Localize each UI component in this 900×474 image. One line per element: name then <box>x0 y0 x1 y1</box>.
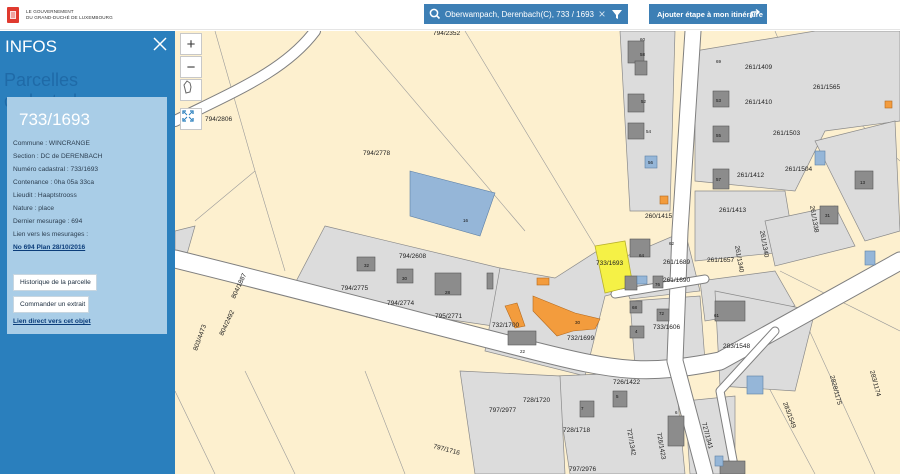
building-number: 69 <box>716 59 722 64</box>
building-number: 57 <box>716 177 722 182</box>
parcel-label-728-1718: 728/1718 <box>563 427 590 434</box>
parcel-label-283-1174: 283/1174 <box>868 370 882 398</box>
parcel-label-726-1422: 726/1422 <box>613 379 640 386</box>
detail-survey-link-label: Lien vers les mesurages : <box>13 231 89 238</box>
building-number: 76 <box>655 282 661 287</box>
detail-section: Section : DC de DERENBACH <box>13 153 103 160</box>
parcel-label-260-1415: 260/1415 <box>645 213 672 220</box>
building-number: 64 <box>639 253 645 258</box>
filter-icon[interactable] <box>610 7 624 21</box>
parcel-label-795-2771: 795/2771 <box>435 313 462 320</box>
parcel-label-797-2976: 797/2976 <box>569 466 596 473</box>
parcel-label-top: 794/2352 <box>433 31 460 37</box>
government-line-2: DU GRAND-DUCHÉ DE LUXEMBOURG <box>26 15 113 20</box>
search-input[interactable] <box>443 4 596 24</box>
zoom-in-button[interactable]: + <box>180 33 202 55</box>
survey-plan-link[interactable]: No 694 Plan 28/10/2016 <box>13 244 85 251</box>
building-number: 58 <box>640 52 646 57</box>
detail-area: Contenance : 0ha 05a 33ca <box>13 179 95 186</box>
parcel-label-804-2492: 804/2492 <box>218 309 236 337</box>
clear-search-icon[interactable]: × <box>596 7 608 21</box>
parcel-id: 733/1693 <box>19 110 90 129</box>
parcel-label-733-1693: 733/1693 <box>596 260 623 267</box>
parcel-label-261-1412: 261/1412 <box>737 172 764 179</box>
parcel-label-732-1699: 732/1699 <box>567 335 594 342</box>
expand-icon <box>182 110 194 122</box>
building-number: 60 <box>640 37 646 42</box>
detail-lieudit: Lieudit : Haaptstrooss <box>13 192 77 199</box>
building-number: 54 <box>646 129 652 134</box>
parcel-label-261-1409: 261/1409 <box>745 64 772 71</box>
location-button[interactable] <box>180 79 202 101</box>
parcel-label-794-2608: 794/2608 <box>399 253 426 260</box>
parcel-label-733-1606: 733/1606 <box>653 324 680 331</box>
share-arrow-icon <box>750 8 761 18</box>
parcel-label-261-1410: 261/1410 <box>745 99 772 106</box>
parcel-label-261-1565: 261/1565 <box>813 84 840 91</box>
parcel-label-803-4473: 803/4473 <box>192 323 208 351</box>
parcel-label-794-2775: 794/2775 <box>341 285 368 292</box>
parcel-label-797-2977: 797/2977 <box>489 407 516 414</box>
panel-title: INFOS <box>5 37 57 56</box>
building-number: 72 <box>659 311 665 316</box>
parcel-label-794-2774: 794/2774 <box>387 300 414 307</box>
detail-commune: Commune : WINCRANGE <box>13 140 90 147</box>
building-number: 13 <box>860 180 866 185</box>
add-itinerary-step-button[interactable]: Ajouter étape à mon itinéraire <box>649 4 767 24</box>
parcel-label-261-1503: 261/1503 <box>773 130 800 137</box>
building-number: 31 <box>825 213 831 218</box>
parcel-card: 733/1693 Commune : WINCRANGE Section : D… <box>7 97 167 334</box>
parcel-label-283-1548: 283/1548 <box>723 343 750 350</box>
zoom-out-button[interactable]: − <box>180 56 202 78</box>
search-bar: × <box>424 4 628 24</box>
country-outline-icon <box>183 80 192 94</box>
detail-cadastral-number: Numéro cadastral : 733/1693 <box>13 166 99 173</box>
parcel-label-797-1716: 797/1716 <box>432 443 460 457</box>
government-name: LE GOUVERNEMENT DU GRAND-DUCHÉ DE LUXEMB… <box>26 9 113 21</box>
building-number: 32 <box>364 263 370 268</box>
building-number: 16 <box>463 218 469 223</box>
parcel-label-261-1689: 261/1689 <box>663 259 690 266</box>
building-number: 30 <box>402 276 408 281</box>
cadastral-map[interactable]: 794/2352 794/2806 794/2778 794/2608 794/… <box>175 31 900 474</box>
building-number: 22 <box>520 349 526 354</box>
map-canvas[interactable]: 794/2352 794/2806 794/2778 794/2608 794/… <box>175 31 900 474</box>
parcel-label-728-1720: 728/1720 <box>523 397 550 404</box>
detail-nature: Nature : place <box>13 205 55 212</box>
parcel-label-261-1657: 261/1657 <box>707 257 734 264</box>
parcel-label-261-1413: 261/1413 <box>719 207 746 214</box>
parcel-label-261-1690: 261/1690 <box>663 277 690 284</box>
lion-crest-icon <box>7 7 19 23</box>
search-icon[interactable] <box>427 6 443 22</box>
building-number: 62 <box>669 241 675 246</box>
info-panel: INFOS Parcelles cadastrales 733/1693 Com… <box>0 31 175 474</box>
parcel-label-794-2778: 794/2778 <box>363 150 390 157</box>
building-number: 61 <box>714 313 720 318</box>
parcel-label-261-1504: 261/1504 <box>785 166 812 173</box>
building-number: 28 <box>445 290 451 295</box>
building-number: 52 <box>641 99 647 104</box>
parcel-label-2828-1175: 2828/1175 <box>828 375 843 406</box>
parcel-history-button[interactable]: Historique de la parcelle <box>13 274 97 291</box>
government-logo[interactable]: LE GOUVERNEMENT DU GRAND-DUCHÉ DE LUXEMB… <box>6 5 113 25</box>
building-number: 55 <box>716 133 722 138</box>
building-number: 68 <box>632 305 638 310</box>
detail-last-survey: Dernier mesurage : 694 <box>13 218 83 225</box>
direct-link[interactable]: Lien direct vers cet objet <box>13 318 91 325</box>
fullscreen-button[interactable] <box>180 108 202 130</box>
order-extract-button[interactable]: Commander un extrait <box>13 296 89 313</box>
parcel-label-794-2806: 794/2806 <box>205 116 232 123</box>
building-number: 53 <box>716 98 722 103</box>
built-parcels <box>175 31 900 474</box>
top-header: LE GOUVERNEMENT DU GRAND-DUCHÉ DE LUXEMB… <box>0 0 900 30</box>
building-number: 30 <box>575 320 581 325</box>
close-icon[interactable] <box>152 36 168 52</box>
parcel-label-732-1700: 732/1700 <box>492 322 519 329</box>
itinerary-label: Ajouter étape à mon itinéraire <box>657 9 763 19</box>
building-number: 56 <box>648 160 654 165</box>
